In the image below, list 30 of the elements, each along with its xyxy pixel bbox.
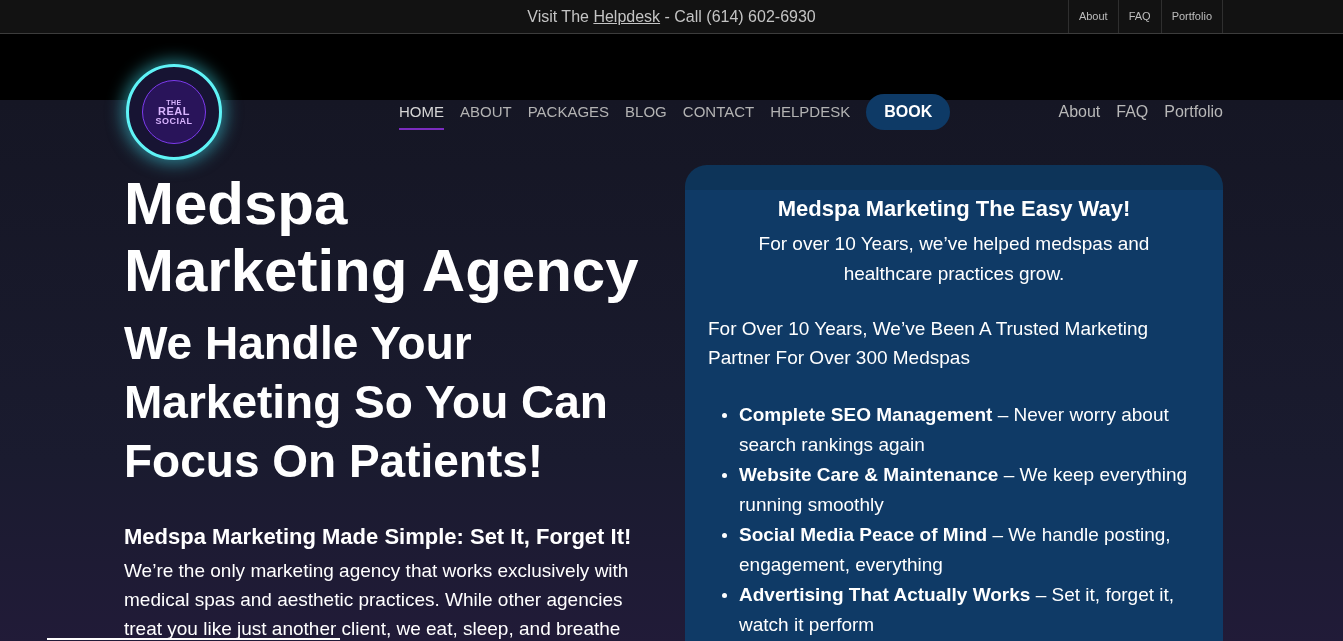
top-bar-link[interactable]: Portfolio bbox=[1160, 0, 1223, 33]
bullet-icon bbox=[722, 593, 727, 598]
nav-link[interactable]: PACKAGES bbox=[527, 93, 610, 131]
bullet-icon bbox=[722, 473, 727, 478]
section-heading: Medspa Marketing Made Simple: Set It, Forget It! bbox=[124, 523, 633, 551]
bullet-icon bbox=[722, 413, 727, 418]
helpdesk-link[interactable]: Helpdesk bbox=[593, 7, 661, 25]
card-title: Medspa Marketing The Easy Way! bbox=[776, 195, 1132, 223]
nav-link[interactable]: HOME bbox=[399, 93, 444, 131]
hero-title: Medspa Marketing Agency bbox=[124, 170, 640, 304]
nav-link[interactable]: FAQ bbox=[1116, 100, 1149, 124]
list-item: Website Care & Maintenance – We keep everything running smoothly bbox=[739, 463, 1189, 517]
top-bar-link[interactable]: FAQ bbox=[1117, 0, 1161, 33]
nav-link[interactable]: Portfolio bbox=[1164, 100, 1223, 124]
book-button[interactable]: BOOK bbox=[866, 94, 951, 130]
list-item: Complete SEO Management – Never worry about search rankings again bbox=[739, 403, 1170, 457]
list-item: Social Media Peace of Mind – We handle posting, engagement, everything bbox=[739, 523, 1172, 577]
card-intro: For over 10 Years, we’ve helped medspas and healthcare practices grow. bbox=[757, 232, 1151, 286]
hero-subtitle: We Handle Your Marketing So You Can Focus On Patients! bbox=[124, 316, 609, 489]
nav-link[interactable]: ABOUT bbox=[460, 93, 512, 131]
nav-link[interactable]: BLOG bbox=[625, 93, 667, 131]
nav-link[interactable]: About bbox=[1058, 100, 1101, 124]
card-paragraph: For Over 10 Years, We’ve Been A Trusted Marketing Partner For Over 300 Medspas bbox=[708, 317, 1150, 370]
hero-paragraph: We’re the only marketing agency that works exclusively with medical spas and aesthetic practices. While other agencies treat you like just another client, we eat, sleep, and breathe bbox=[124, 559, 630, 641]
top-bar-link[interactable]: About bbox=[1067, 0, 1118, 33]
list-item: Advertising That Actually Works – Set it, forget it, watch it perform bbox=[739, 583, 1176, 637]
nav-link[interactable]: CONTACT bbox=[682, 93, 755, 131]
nav-link[interactable]: HELPDESK bbox=[770, 93, 851, 131]
bullet-icon bbox=[722, 533, 727, 538]
top-bar-message: Visit The Helpdesk - Call (614) 602-6930 bbox=[527, 6, 816, 27]
